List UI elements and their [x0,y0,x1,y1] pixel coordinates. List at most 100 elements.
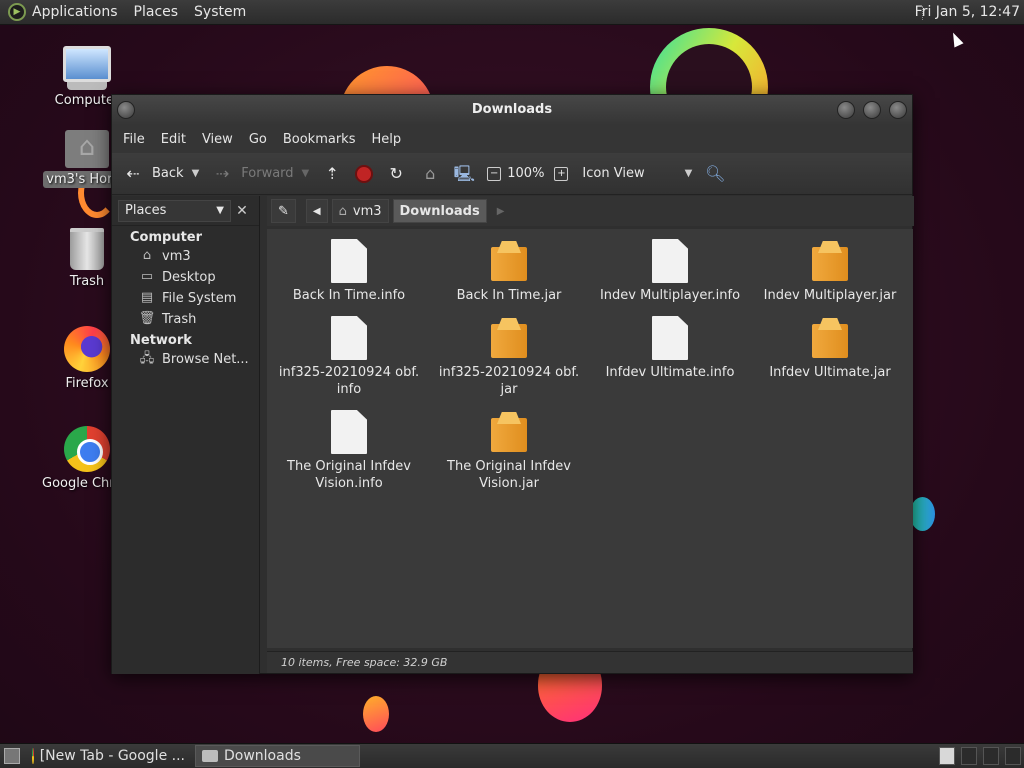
file-item[interactable]: Back In Time.jar [429,239,589,304]
view-mode-select[interactable]: Icon View ▼ [582,166,692,181]
menu-go[interactable]: Go [242,132,274,147]
taskbar-item-label: Downloads [224,748,301,764]
menu-edit[interactable]: Edit [154,132,193,147]
breadcrumb-label: vm3 [352,203,382,219]
taskbar-item-chrome[interactable]: [New Tab - Google ... [26,745,191,767]
places-menu[interactable]: Places [134,4,179,20]
home-button[interactable]: ⌂ [419,163,441,185]
sidebar: Places ▼ ✕ Computer ⌂ vm3 ▭ Desktop ▤ Fi… [112,196,260,674]
search-button[interactable]: 🔍︎ [704,163,726,185]
sidebar-group-network: Network [130,333,192,348]
file-item[interactable]: Indev Multiplayer.info [590,239,750,304]
forward-button[interactable]: ⇢ Forward ▼ [211,163,310,185]
file-item[interactable]: Infdev Ultimate.info [590,316,750,381]
home-folder-icon: ⌂ [425,163,436,183]
sidebar-item-label: Desktop [162,269,216,285]
archive-icon [812,239,848,283]
file-name-line2: Vision.jar [479,476,539,491]
sidebar-item-label: Trash [162,311,197,327]
breadcrumb-scroll-left-button[interactable]: ◀ [305,199,328,223]
taskbar-item-label: [New Tab - Google ... [39,748,185,764]
file-icon-view[interactable]: Back In Time.info Back In Time.jar Indev… [267,229,913,648]
sidebar-item-desktop[interactable]: ▭ Desktop [112,266,259,287]
workspace-3[interactable] [983,747,999,765]
breadcrumb-scroll-right-icon[interactable]: ▶ [497,206,505,217]
window-title: Downloads [471,102,553,117]
chrome-icon [64,426,110,472]
trash-icon [70,228,104,270]
zoom-out-icon[interactable]: − [487,166,502,181]
trash-icon: 🗑︎ [138,311,156,326]
close-button[interactable] [889,101,907,119]
sidebar-item-label: vm3 [162,248,191,264]
sidebar-item-file-system[interactable]: ▤ File System [112,287,259,308]
location-bar: ✎ ◀ ⌂ vm3 Downloads ▶ [267,196,914,226]
file-name: inf325-20210924 obf. [278,365,420,380]
sidebar-item-browse-network[interactable]: 🖧 Browse Net... [112,348,259,369]
wallpaper-shape [363,696,389,732]
forward-label: Forward [241,166,294,181]
drive-icon: ▤ [140,290,154,305]
workspace-2[interactable] [961,747,977,765]
sidebar-item-label: Browse Net... [162,351,249,367]
clock[interactable]: Fri Jan 5, 12:47 [915,4,1020,20]
file-item[interactable]: Indev Multiplayer.jar [750,239,910,304]
minimize-button[interactable] [837,101,855,119]
chevron-down-icon: ▼ [684,168,693,179]
chrome-icon [32,748,34,764]
toolbar: ⇠ Back ▼ ⇢ Forward ▼ ⇡ ↻ ⌂ 🖳 − 100% + Ic… [112,153,912,195]
file-item[interactable]: The Original Infdev Vision.info [269,410,429,492]
up-button[interactable]: ⇡ [321,163,343,185]
up-arrow-icon: ⇡ [325,163,339,183]
file-name: inf325-20210924 obf. [438,365,580,380]
file-manager-window: Downloads File Edit View Go Bookmarks He… [111,94,914,674]
archive-icon [491,410,527,454]
forward-arrow-icon: ⇢ [215,163,229,183]
file-item[interactable]: Infdev Ultimate.jar [750,316,910,381]
breadcrumb-downloads[interactable]: Downloads [392,199,487,223]
breadcrumb-vm3[interactable]: ⌂ vm3 [331,199,389,223]
file-name-line2: info [336,382,362,397]
taskbar-item-downloads[interactable]: Downloads [195,745,360,767]
menu-help[interactable]: Help [364,132,408,147]
forward-history-dropdown[interactable]: ▼ [302,168,310,179]
file-item[interactable]: inf325-20210924 obf. jar [429,316,589,398]
system-menu[interactable]: System [194,4,246,20]
archive-icon [491,239,527,283]
workspace-1[interactable] [939,747,955,765]
window-menu-button[interactable] [117,101,135,119]
reload-icon: ↻ [389,163,403,183]
close-sidebar-icon[interactable]: ✕ [231,203,253,219]
menu-view[interactable]: View [195,132,240,147]
document-icon [331,410,367,454]
reload-button[interactable]: ↻ [385,163,407,185]
file-item[interactable]: Back In Time.info [269,239,429,304]
window-titlebar[interactable]: Downloads [112,95,912,125]
breadcrumb-label: Downloads [399,203,480,219]
document-icon [652,239,688,283]
applications-menu[interactable]: Applications [32,4,118,20]
home-icon: ⌂ [338,203,347,219]
sidebar-item-vm3[interactable]: ⌂ vm3 [112,245,259,266]
file-name: The Original Infdev [287,459,411,474]
file-item[interactable]: The Original Infdev Vision.jar [429,410,589,492]
computer-button[interactable]: 🖳 [453,163,475,185]
file-name: Back In Time.jar [456,288,562,303]
sidebar-type-select[interactable]: Places ▼ [118,199,231,222]
back-button[interactable]: ⇠ Back ▼ [122,163,199,185]
maximize-button[interactable] [863,101,881,119]
toggle-location-entry-button[interactable]: ✎ [271,199,296,223]
menu-bookmarks[interactable]: Bookmarks [276,132,363,147]
file-name: The Original Infdev [447,459,571,474]
distribution-logo-icon[interactable]: ▶ [8,3,26,21]
back-history-dropdown[interactable]: ▼ [192,168,200,179]
sidebar-item-trash[interactable]: 🗑︎ Trash [112,308,259,329]
menu-file[interactable]: File [116,132,152,147]
workspace-4[interactable] [1005,747,1021,765]
zoom-control: − 100% + [487,166,574,181]
show-desktop-button[interactable] [4,748,20,764]
zoom-in-icon[interactable]: + [554,166,569,181]
file-item[interactable]: inf325-20210924 obf. info [269,316,429,398]
stop-button[interactable] [355,164,374,183]
edit-icon: ✎ [278,203,289,219]
